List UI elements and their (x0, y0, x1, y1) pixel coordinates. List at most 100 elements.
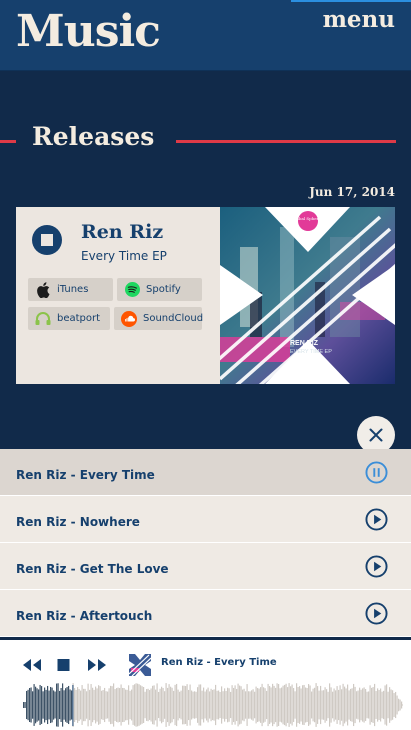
rewind-icon[interactable] (22, 659, 42, 671)
waveform-bar (282, 685, 284, 725)
playlist: Ren Riz - Every Time Ren Riz - Nowhere R… (0, 449, 411, 637)
waveform-bar (68, 685, 70, 725)
pause-icon[interactable] (365, 461, 388, 484)
waveform-bar (345, 688, 347, 722)
waveform-bar (191, 690, 193, 720)
waveform-bar (29, 688, 31, 722)
waveform-bar (23, 702, 25, 708)
waveform-bar (293, 688, 295, 722)
waveform-bar (26, 690, 28, 720)
waveform-bar (309, 685, 311, 725)
waveform-bar (159, 688, 161, 722)
header-accent-line (291, 0, 411, 2)
waveform-bar (80, 690, 82, 720)
waveform-bar (297, 687, 299, 723)
waveform-bar (213, 689, 215, 721)
playlist-track[interactable]: Ren Riz - Get The Love (0, 543, 411, 590)
waveform-bar (207, 687, 209, 723)
waveform-bar (348, 690, 350, 720)
store-link-spotify[interactable]: Spotify (117, 278, 202, 301)
waveform-bar (278, 684, 280, 726)
waveform-bar (219, 691, 221, 719)
waveform-bar (239, 685, 241, 725)
waveform-bar (263, 687, 265, 723)
waveform-bar (95, 686, 97, 724)
waveform-bar (135, 683, 137, 727)
waveform-bar (369, 685, 371, 725)
waveform-seekbar[interactable] (23, 683, 403, 728)
waveform-bar (249, 691, 251, 719)
waveform-bar (285, 683, 287, 727)
app-header: Music menu (0, 0, 411, 71)
waveform-bar (177, 689, 179, 721)
waveform-bar (200, 684, 202, 726)
waveform-bar (41, 686, 43, 724)
waveform-bar (326, 689, 328, 721)
waveform-bar (272, 683, 274, 727)
waveform-bar (312, 688, 314, 722)
stop-icon[interactable] (57, 659, 70, 671)
waveform-bar (353, 683, 355, 727)
waveform-bar (222, 691, 224, 719)
waveform-bar (120, 684, 122, 726)
waveform-bar (261, 683, 263, 727)
playlist-track[interactable]: Ren Riz - Aftertouch (0, 590, 411, 637)
release-stop-button[interactable] (32, 225, 62, 255)
app-logo[interactable]: Music (16, 6, 161, 57)
waveform-bar (89, 689, 91, 721)
waveform-bar (399, 699, 401, 711)
waveform-bar (383, 690, 385, 720)
waveform-bar (372, 687, 374, 723)
fast-forward-icon[interactable] (87, 659, 107, 671)
waveform-bar (93, 689, 95, 721)
waveform-bar (54, 691, 56, 719)
menu-button[interactable]: menu (323, 6, 395, 33)
waveform-bar (56, 683, 58, 727)
waveform-bar (119, 688, 121, 722)
play-icon[interactable] (365, 555, 388, 578)
waveform-bar (294, 691, 296, 719)
waveform-bar (65, 688, 67, 722)
waveform-bar (51, 687, 53, 723)
waveform-bar (389, 687, 391, 723)
playlist-track[interactable]: Ren Riz - Nowhere (0, 496, 411, 543)
waveform-bar (381, 691, 383, 719)
play-icon[interactable] (365, 602, 388, 625)
waveform-bar (185, 686, 187, 724)
playhead-marker[interactable] (72, 685, 74, 726)
waveform-bar (62, 683, 64, 727)
waveform-bar (362, 688, 364, 722)
waveform-bar (230, 691, 232, 719)
waveform-bar (50, 686, 52, 724)
playlist-track[interactable]: Ren Riz - Every Time (0, 449, 411, 496)
waveform-bar (113, 683, 115, 727)
waveform-bar (395, 691, 397, 719)
waveform-bar (189, 684, 191, 726)
waveform-bar (288, 683, 290, 727)
waveform-bar (206, 689, 208, 721)
waveform-bar (287, 687, 289, 723)
track-name: Ren Riz - Every Time (16, 468, 155, 482)
store-link-itunes[interactable]: iTunes (28, 278, 113, 301)
waveform-bar (53, 690, 55, 720)
store-link-soundcloud[interactable]: SoundCloud (114, 307, 203, 330)
waveform-bar (267, 683, 269, 727)
waveform-bar (170, 686, 172, 724)
waveform-bar (132, 685, 134, 725)
waveform-bar (45, 689, 47, 721)
waveform-bar (390, 689, 392, 721)
release-card: Ren Riz Every Time EP iTunes Spotify bea… (16, 207, 395, 384)
waveform-bar (360, 689, 362, 721)
waveform-bar (242, 689, 244, 721)
store-link-beatport[interactable]: beatport (28, 307, 110, 330)
waveform-bar (186, 684, 188, 726)
album-cover[interactable]: Tribal Spheres REN RIZ EVERY TIME EP (220, 207, 395, 384)
waveform-bar (365, 689, 367, 721)
play-icon[interactable] (365, 508, 388, 531)
waveform-bar (192, 691, 194, 719)
now-playing-thumbnail (129, 654, 151, 676)
waveform-bar (150, 688, 152, 722)
waveform-bar (233, 687, 235, 723)
waveform-bar (216, 690, 218, 720)
waveform-bar (248, 691, 250, 719)
